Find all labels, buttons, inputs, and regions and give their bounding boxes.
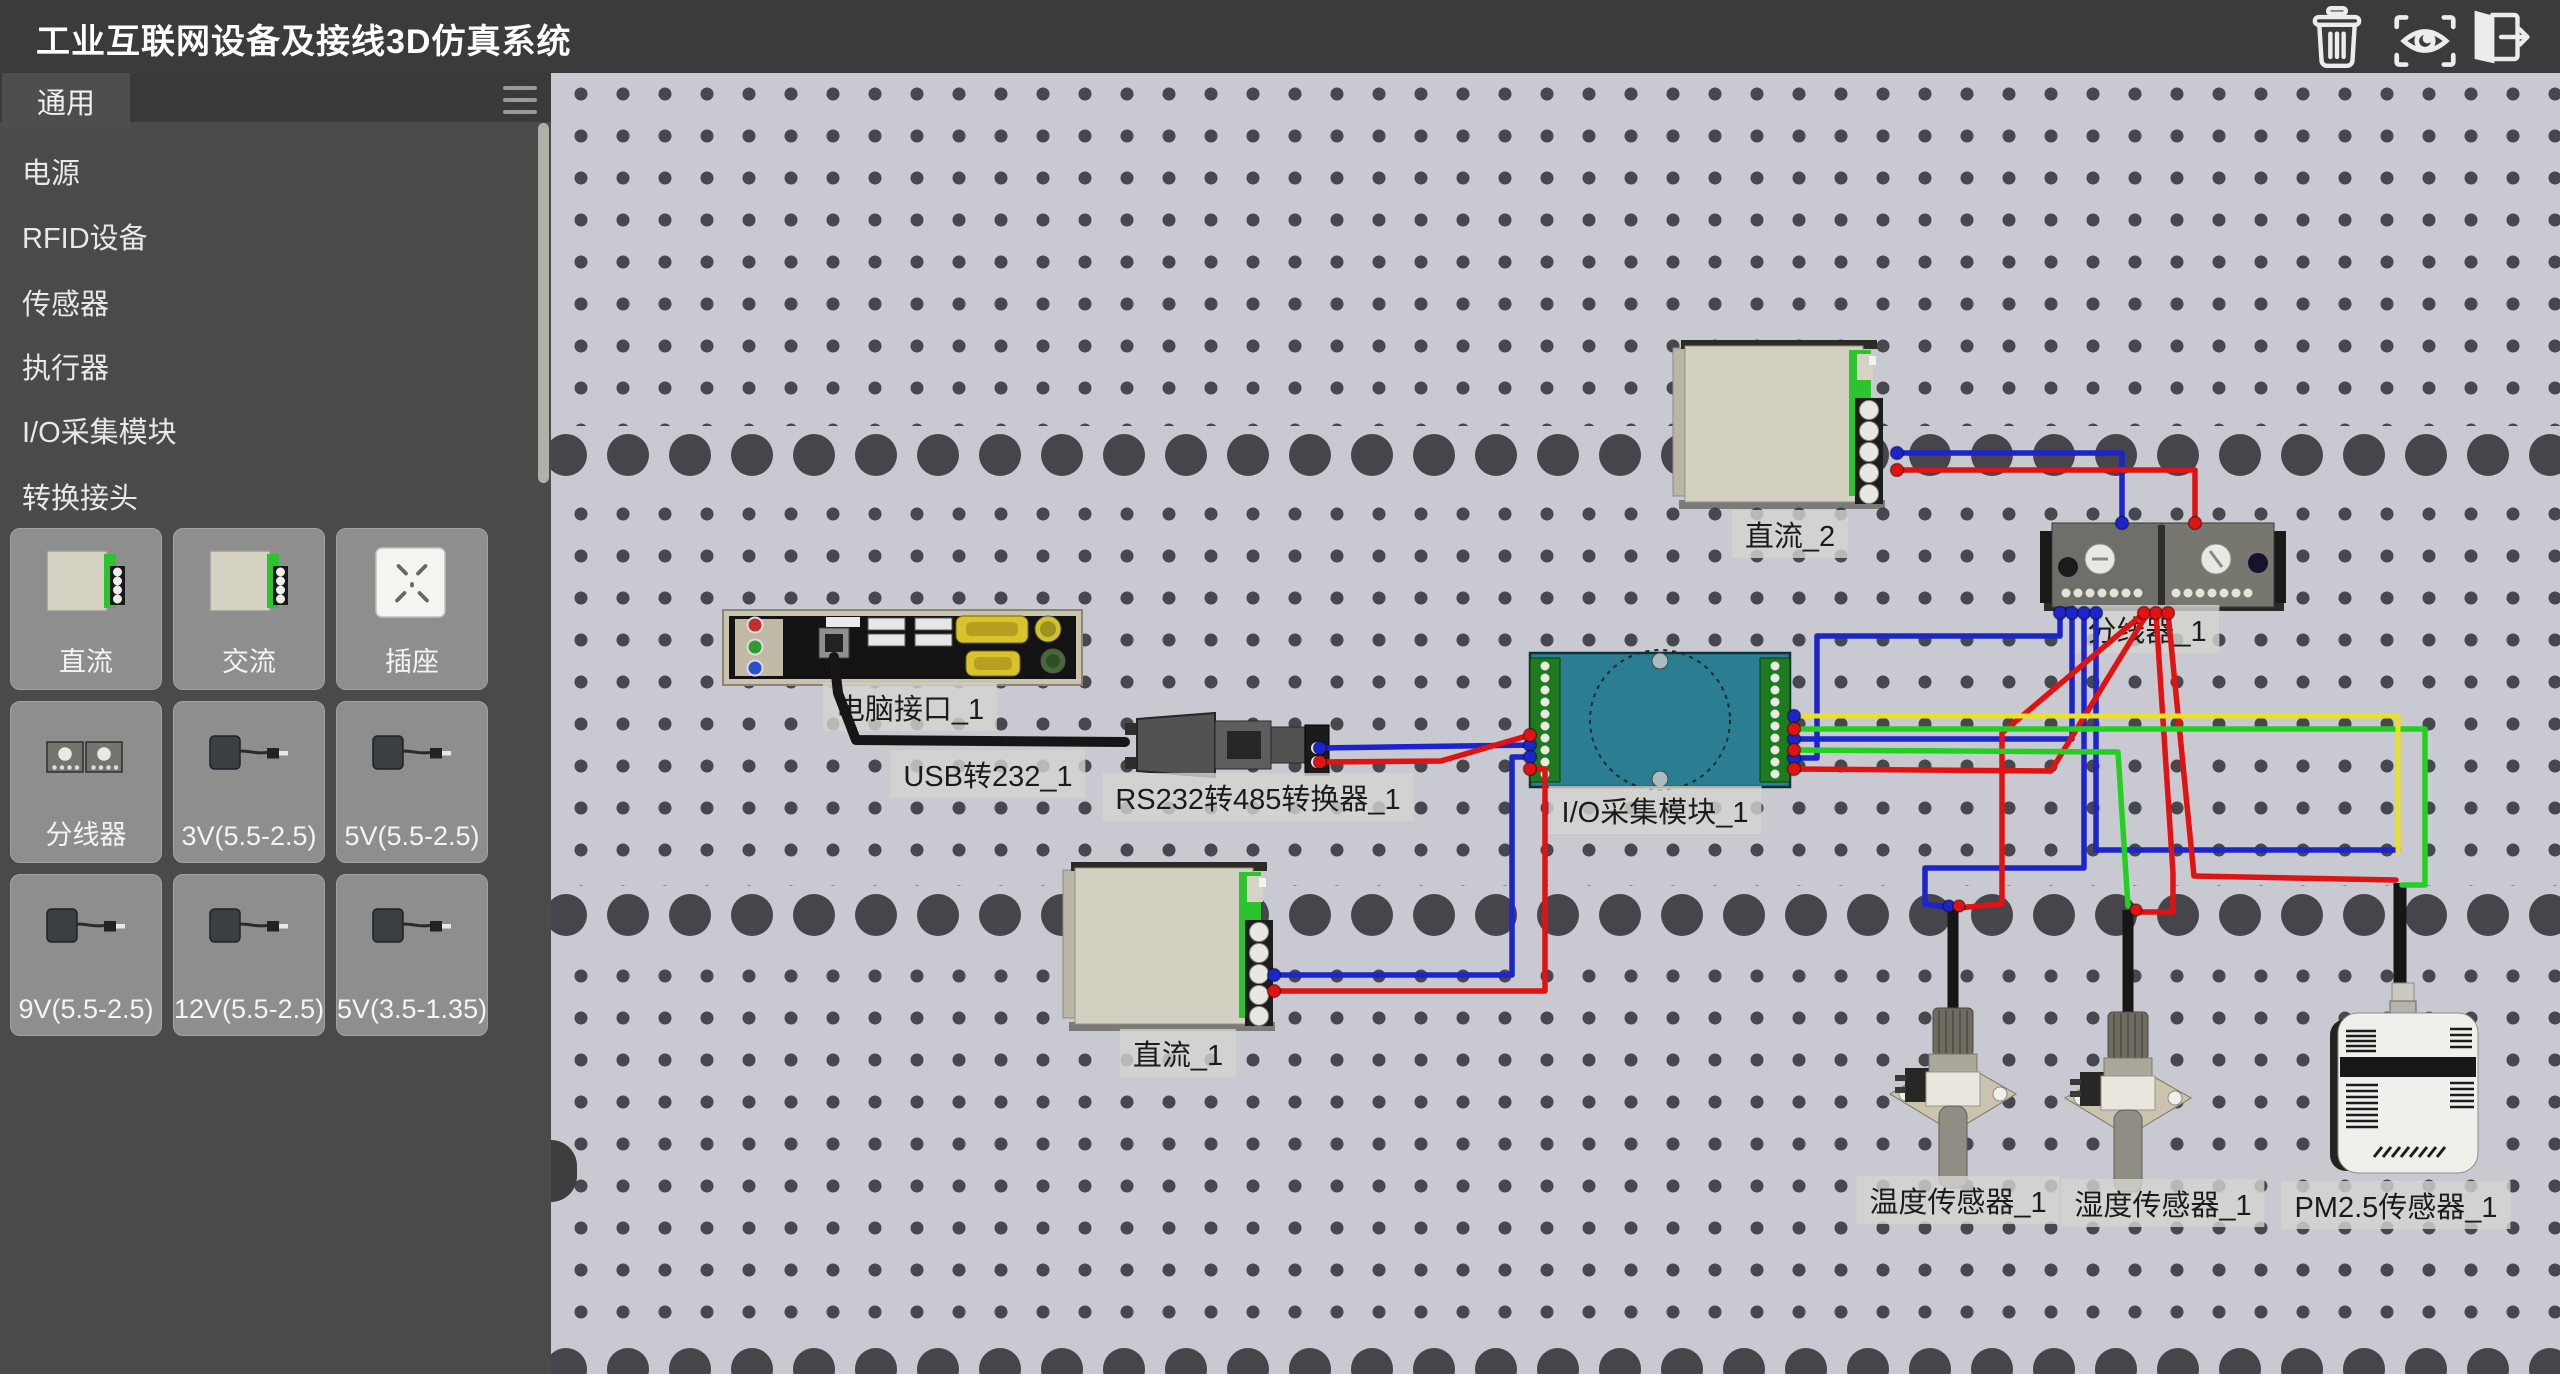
exit-icon[interactable] (2468, 6, 2534, 68)
title-bar: 工业互联网设备及接线3D仿真系统 (0, 0, 2560, 73)
device-dc-power-2[interactable] (1673, 340, 1885, 509)
palette-item-12v[interactable]: 12V(5.5-2.5) (173, 874, 325, 1036)
palette-item-9v[interactable]: 9V(5.5-2.5) (10, 874, 162, 1036)
device-label-pc: 电脑接口_1 (823, 683, 997, 731)
delete-icon[interactable] (2304, 6, 2370, 68)
device-splitter[interactable] (2040, 523, 2286, 611)
device-label-dc1: 直流_1 (1120, 1029, 1236, 1077)
device-label-dc2: 直流_2 (1732, 510, 1848, 558)
palette-item-5v[interactable]: 5V(5.5-2.5) (336, 701, 488, 863)
sidebar-item-actuator[interactable]: 执行器 (22, 345, 482, 389)
device-label-rs232-485: RS232转485转换器_1 (1102, 773, 1413, 821)
sidebar-item-sensor[interactable]: 传感器 (22, 281, 482, 325)
palette-item-3v[interactable]: 3V(5.5-2.5) (173, 701, 325, 863)
device-io-module[interactable] (1530, 650, 1790, 790)
device-label-io-module: I/O采集模块_1 (1549, 786, 1762, 834)
menu-icon[interactable] (503, 86, 537, 116)
preview-icon[interactable] (2392, 10, 2458, 72)
sidebar-scrollbar[interactable] (538, 123, 549, 483)
device-label-temp: 温度传感器_1 (1856, 1176, 2059, 1224)
app-window: 直流_2 分线器_1 电脑接口_1 USB转232_1 RS232转485转换器… (0, 0, 2560, 1374)
palette-item-splitter[interactable]: 分线器 (10, 701, 162, 863)
sidebar-item-adapter[interactable]: 转换接头 (22, 475, 482, 519)
sidebar-item-rfid[interactable]: RFID设备 (22, 215, 482, 259)
device-pc-interface[interactable] (723, 610, 1082, 685)
sidebar: 通用 电源 RFID设备 传感器 执行器 I/O采集模块 转换接头 直流 交流 … (0, 73, 551, 1374)
palette-item-dc[interactable]: 直流 (10, 528, 162, 690)
app-title: 工业互联网设备及接线3D仿真系统 (36, 14, 571, 63)
device-label-usb232: USB转232_1 (890, 750, 1085, 798)
device-dc-power-1[interactable] (1063, 862, 1275, 1031)
tab-general[interactable]: 通用 (2, 73, 130, 128)
palette-item-socket[interactable]: 插座 (336, 528, 488, 690)
sidebar-item-power[interactable]: 电源 (22, 150, 482, 194)
device-label-pm25: PM2.5传感器_1 (2281, 1181, 2510, 1229)
sidebar-item-io[interactable]: I/O采集模块 (22, 409, 482, 453)
palette-item-5v-135[interactable]: 5V(3.5-1.35) (336, 874, 488, 1036)
palette-item-ac[interactable]: 交流 (173, 528, 325, 690)
device-label-splitter1: 分线器_1 (2074, 605, 2219, 653)
device-label-humidity: 湿度传感器_1 (2061, 1179, 2264, 1227)
